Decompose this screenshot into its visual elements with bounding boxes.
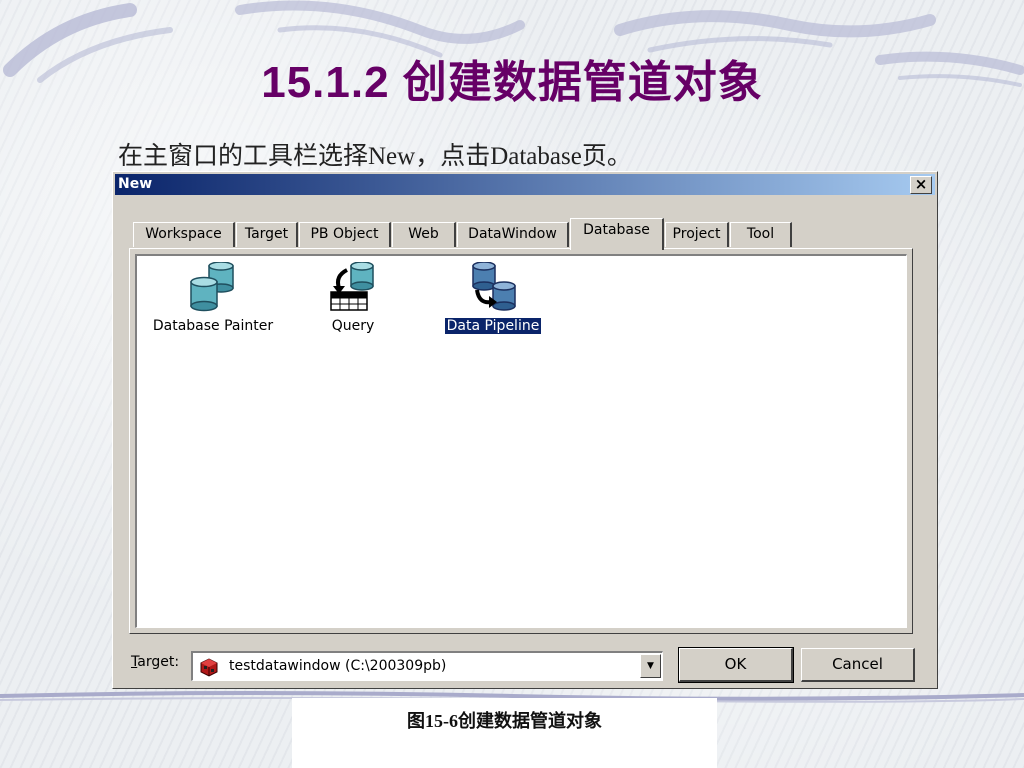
tab-web[interactable]: Web	[392, 222, 456, 247]
item-database-painter[interactable]: Database Painter	[143, 262, 283, 334]
tab-project[interactable]: Project	[665, 222, 729, 247]
close-button[interactable]: ×	[910, 176, 932, 194]
target-cube-icon	[200, 658, 218, 677]
item-label: Query	[331, 318, 375, 334]
tab-tool[interactable]: Tool	[730, 222, 792, 247]
item-label: Database Painter	[152, 318, 274, 334]
tab-strip: Workspace Target PB Object Web DataWindo…	[133, 218, 833, 250]
data-pipeline-icon	[472, 262, 516, 311]
ok-button[interactable]: OK	[678, 647, 794, 683]
dialog-title: New	[118, 176, 153, 192]
chevron-down-icon[interactable]: ▼	[640, 654, 661, 678]
figure-caption: 图15-6创建数据管道对象	[407, 711, 602, 731]
new-dialog: New × Workspace Target PB Object Web Dat…	[112, 171, 938, 689]
tab-datawindow[interactable]: DataWindow	[457, 222, 569, 247]
tab-database[interactable]: Database	[570, 218, 664, 250]
slide-title: 15.1.2 创建数据管道对象	[261, 58, 763, 107]
tab-pb-object[interactable]: PB Object	[299, 222, 391, 247]
item-query[interactable]: Query	[283, 262, 423, 334]
tab-workspace[interactable]: Workspace	[133, 222, 235, 247]
database-painter-icon	[190, 262, 234, 312]
target-label: Target:	[131, 654, 180, 670]
slide-subtitle: 在主窗口的工具栏选择New，点击Database页。	[118, 143, 632, 170]
query-icon	[330, 262, 374, 311]
target-value: testdatawindow (C:\200309pb)	[229, 658, 447, 674]
item-list: Database Painter Query Data Pipeline	[135, 254, 907, 628]
target-combobox[interactable]: testdatawindow (C:\200309pb) ▼	[191, 651, 663, 681]
item-label: Data Pipeline	[443, 317, 543, 335]
tab-panel: Database Painter Query Data Pipeline	[129, 248, 913, 634]
cancel-button[interactable]: Cancel	[801, 648, 915, 682]
dialog-titlebar[interactable]: New ×	[115, 174, 935, 195]
item-data-pipeline[interactable]: Data Pipeline	[423, 262, 563, 335]
tab-target[interactable]: Target	[236, 222, 298, 247]
